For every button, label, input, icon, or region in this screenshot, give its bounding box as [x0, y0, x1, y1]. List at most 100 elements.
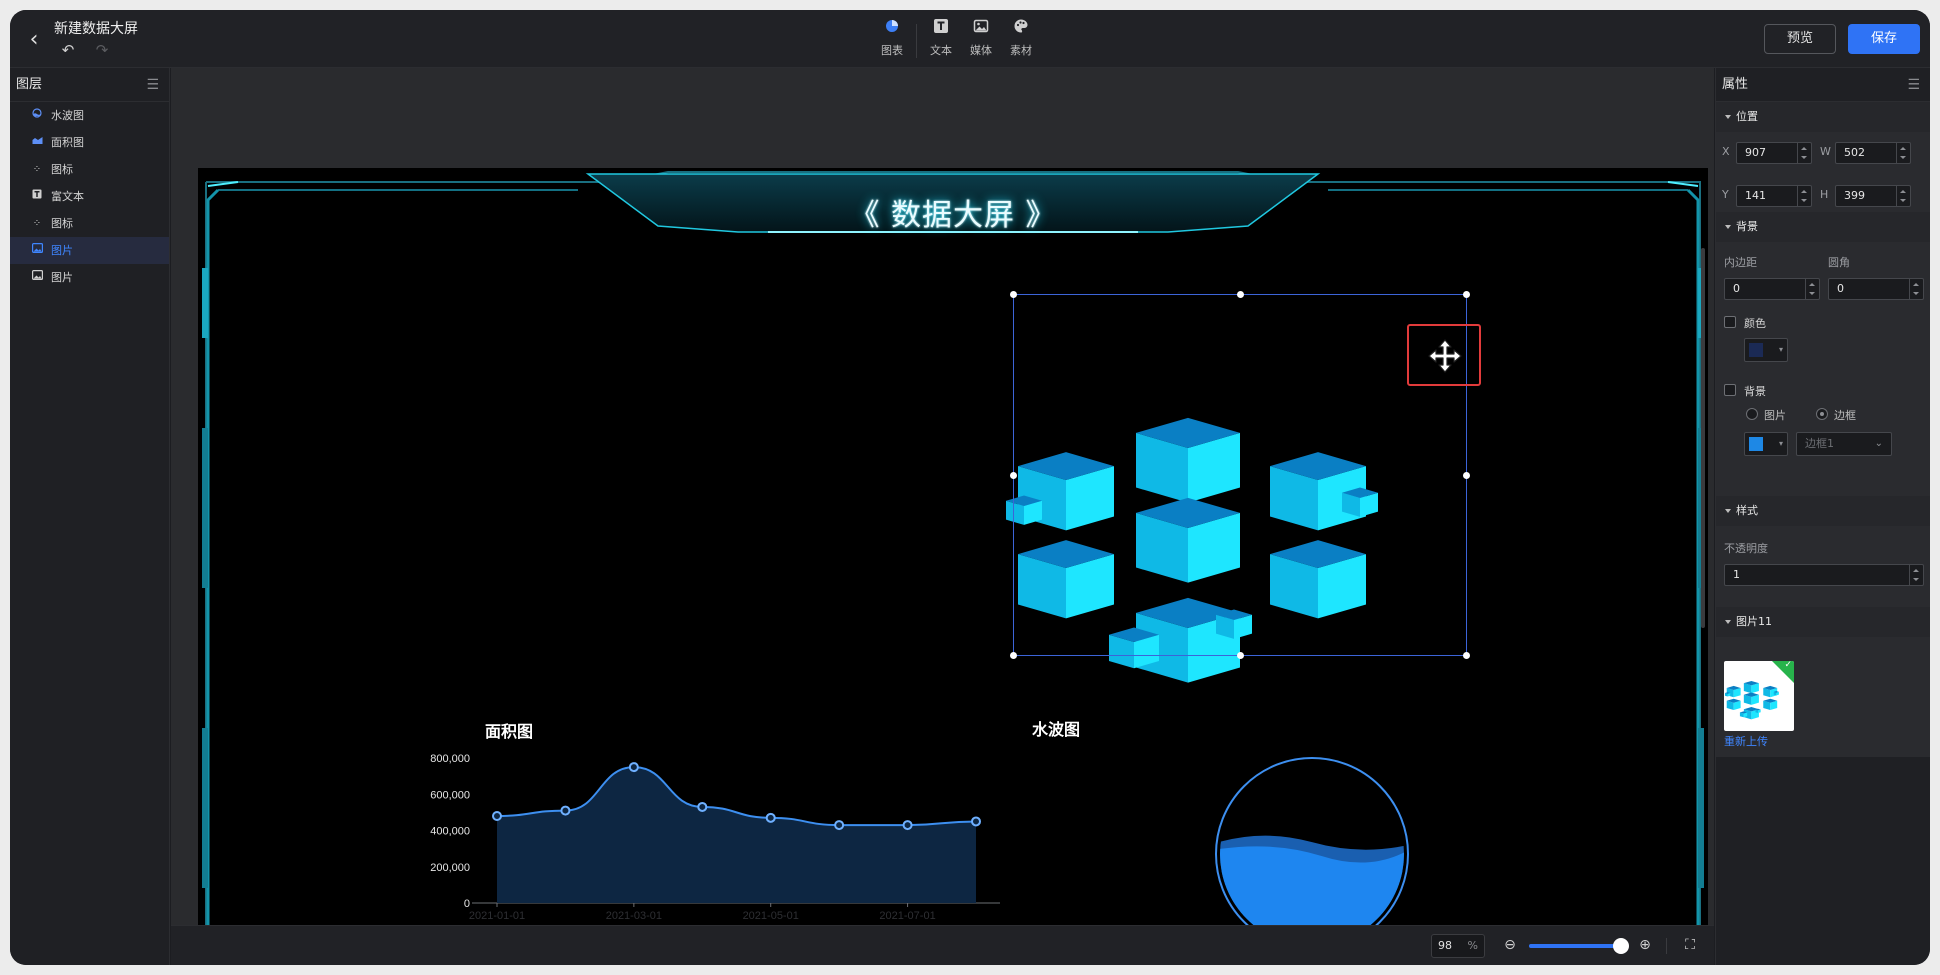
palette-icon — [1001, 18, 1041, 40]
radius-value: 0 — [1837, 282, 1844, 295]
fit-screen-icon[interactable]: ⛶ — [1681, 936, 1699, 954]
data-point — [971, 816, 981, 827]
border-style-select[interactable]: 边框1 ⌄ — [1796, 432, 1892, 456]
tool-text[interactable]: 文本 — [921, 18, 961, 58]
wave-chart[interactable] — [1212, 756, 1412, 925]
back-icon[interactable]: ‹ — [22, 28, 46, 52]
cube — [1743, 680, 1759, 694]
radius-stepper[interactable] — [1909, 279, 1923, 299]
layer-item-icon[interactable]: ⁘ 图标 — [10, 156, 169, 183]
bg-color-picker[interactable]: ▾ — [1744, 432, 1788, 456]
properties-panel: 属性 ☰ 位置 X 907 W 502 Y 141 H 399 背景 内边距 圆… — [1715, 68, 1930, 965]
layers-menu-icon[interactable]: ☰ — [146, 68, 159, 102]
y-tick-label: 0 — [464, 898, 470, 910]
zoom-slider-knob[interactable] — [1613, 938, 1629, 954]
section-position[interactable]: 位置 — [1716, 102, 1930, 132]
tool-media[interactable]: 媒体 — [961, 18, 1001, 58]
zoom-input[interactable]: 98 % — [1431, 934, 1485, 958]
resize-handle-n[interactable] — [1237, 291, 1244, 298]
resize-handle-nw[interactable] — [1010, 291, 1017, 298]
resize-handle-w[interactable] — [1010, 472, 1017, 479]
selection-box[interactable] — [1010, 291, 1470, 659]
move-handle[interactable] — [1407, 324, 1481, 386]
footer-divider — [1666, 938, 1667, 954]
h-stepper[interactable] — [1896, 186, 1910, 206]
layer-label: 面积图 — [51, 136, 84, 149]
color-picker[interactable]: ▾ — [1744, 338, 1788, 362]
zoom-out-icon[interactable]: ⊖ — [1501, 936, 1519, 954]
y-input[interactable]: 141 — [1736, 185, 1812, 207]
w-stepper[interactable] — [1896, 143, 1910, 163]
layer-item-icon-2[interactable]: ⁘ 图标 — [10, 210, 169, 237]
padding-input[interactable]: 0 — [1724, 278, 1820, 300]
move-icon — [1428, 339, 1462, 373]
image-body: ✓ 重新上传 — [1716, 637, 1930, 757]
wave-water — [1220, 835, 1404, 925]
preview-button[interactable]: 预览 — [1764, 24, 1836, 54]
page-title: 新建数据大屏 — [54, 21, 138, 37]
editor-canvas[interactable]: 《 数据大屏 》 面积图 0 200,000 400,000 600,000 8… — [171, 68, 1714, 925]
resize-handle-s[interactable] — [1237, 652, 1244, 659]
properties-menu-icon[interactable]: ☰ — [1907, 68, 1920, 102]
x-tick-label: 2021-03-01 — [606, 910, 662, 922]
area-fill — [497, 767, 976, 903]
resize-handle-sw[interactable] — [1010, 652, 1017, 659]
h-label: H — [1820, 188, 1829, 201]
bg-border-radio[interactable] — [1816, 408, 1828, 420]
redo-icon[interactable]: ↷ — [92, 40, 112, 60]
section-image[interactable]: 图片11 — [1716, 607, 1930, 637]
layer-item-area-chart[interactable]: 面积图 — [10, 129, 169, 156]
bg-border-label: 边框 — [1834, 409, 1856, 422]
tool-assets-label: 素材 — [1010, 44, 1032, 57]
background-label: 背景 — [1744, 385, 1766, 398]
tool-chart[interactable]: 图表 — [872, 18, 912, 58]
x-input[interactable]: 907 — [1736, 142, 1812, 164]
layer-item-wave[interactable]: 水波图 — [10, 102, 169, 129]
tool-assets[interactable]: 素材 — [1001, 18, 1041, 58]
layer-item-image[interactable]: 图片 — [10, 264, 169, 291]
layer-label: 富文本 — [51, 190, 84, 203]
cube — [1739, 711, 1748, 718]
layer-item-rich-text[interactable]: 富文本 — [10, 183, 169, 210]
zoom-slider[interactable] — [1529, 938, 1629, 954]
save-button[interactable]: 保存 — [1848, 24, 1920, 54]
layers-panel-title: 图层 — [16, 77, 43, 92]
h-input[interactable]: 399 — [1835, 185, 1911, 207]
resize-handle-ne[interactable] — [1463, 291, 1470, 298]
area-chart[interactable]: 0 200,000 400,000 600,000 800,000 2021-01-01 2… — [428, 733, 1018, 925]
color-swatch — [1749, 343, 1763, 357]
zoom-value: 98 — [1438, 939, 1452, 952]
layer-item-image-selected[interactable]: 图片 — [10, 237, 169, 264]
chart-icon — [872, 18, 912, 40]
section-style[interactable]: 样式 — [1716, 496, 1930, 526]
zoom-in-icon[interactable]: ⊕ — [1636, 936, 1654, 954]
color-checkbox[interactable] — [1724, 316, 1736, 328]
w-input[interactable]: 502 — [1835, 142, 1911, 164]
image-thumbnail[interactable]: ✓ — [1724, 661, 1794, 731]
opacity-stepper[interactable] — [1909, 565, 1923, 585]
tool-chart-label: 图表 — [881, 44, 903, 57]
tool-media-label: 媒体 — [970, 44, 992, 57]
layers-panel: 图层 ☰ 水波图 面积图 ⁘ 图标 富文本 ⁘ 图标 图片 图片 — [10, 68, 170, 965]
y-tick-label: 800,000 — [430, 753, 470, 765]
reupload-link[interactable]: 重新上传 — [1724, 733, 1768, 749]
h-value: 399 — [1844, 189, 1865, 202]
undo-icon[interactable]: ↶ — [58, 40, 78, 60]
resize-handle-e[interactable] — [1463, 472, 1470, 479]
cube — [1726, 698, 1741, 711]
data-point — [902, 820, 913, 831]
text-icon — [921, 18, 961, 40]
y-stepper[interactable] — [1797, 186, 1811, 206]
opacity-input[interactable]: 1 — [1724, 564, 1924, 586]
bg-image-radio[interactable] — [1746, 408, 1758, 420]
data-point — [492, 811, 502, 821]
x-stepper[interactable] — [1797, 143, 1811, 163]
color-label: 颜色 — [1744, 317, 1766, 330]
resize-handle-se[interactable] — [1463, 652, 1470, 659]
section-background[interactable]: 背景 — [1716, 212, 1930, 242]
padding-stepper[interactable] — [1805, 279, 1819, 299]
background-checkbox[interactable] — [1724, 384, 1736, 396]
dashboard-screen[interactable]: 《 数据大屏 》 面积图 0 200,000 400,000 600,000 8… — [198, 168, 1708, 925]
radius-input[interactable]: 0 — [1828, 278, 1924, 300]
vertical-scrollbar[interactable] — [1701, 248, 1705, 628]
